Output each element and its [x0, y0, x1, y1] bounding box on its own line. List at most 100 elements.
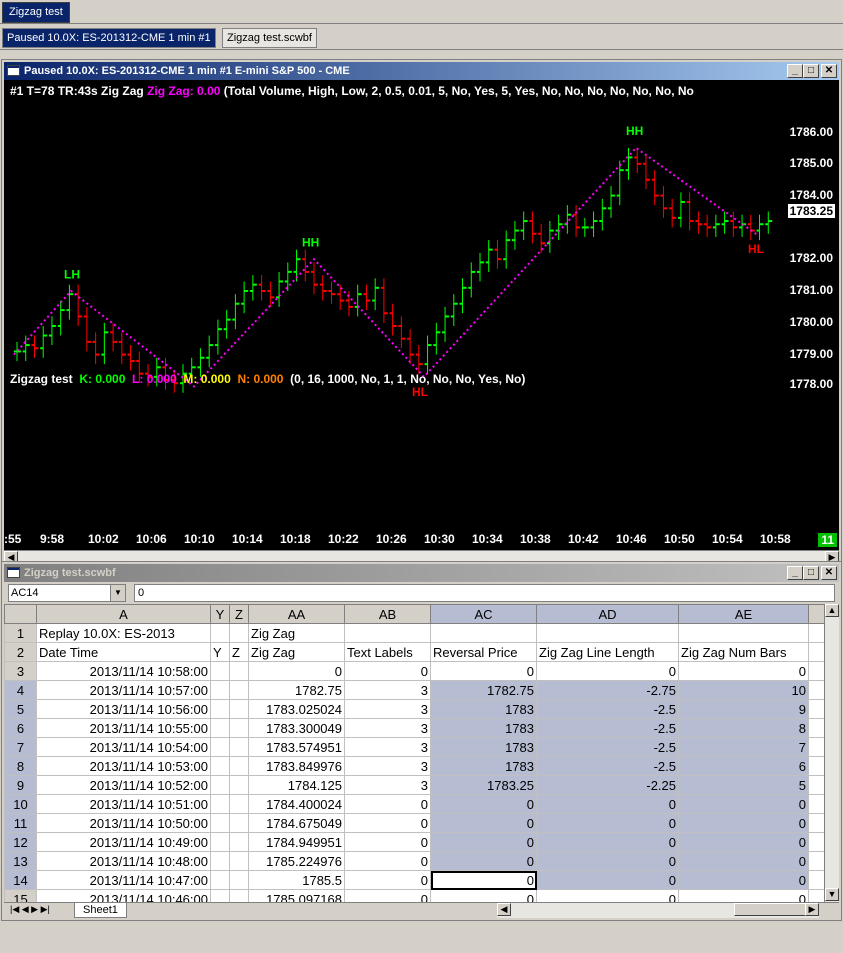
cell[interactable]: 1785.097168 — [248, 889, 345, 902]
row-header[interactable]: 11 — [4, 813, 37, 833]
cell[interactable] — [229, 832, 249, 852]
price-chart[interactable]: LH HH HL HH HL #1 T=78 TR:43s Zig Zag Zig Za… — [4, 80, 839, 550]
cell[interactable]: 2013/11/14 10:53:00 — [36, 756, 211, 776]
cell[interactable]: 0 — [678, 889, 809, 902]
cell[interactable] — [229, 756, 249, 776]
cell[interactable]: 1783 — [430, 756, 537, 776]
cell[interactable]: 1783.574951 — [248, 737, 345, 757]
cell[interactable]: 2013/11/14 10:46:00 — [36, 889, 211, 902]
cell[interactable]: 0 — [344, 832, 431, 852]
cell[interactable]: 1784.675049 — [248, 813, 345, 833]
cell[interactable]: 9 — [678, 699, 809, 719]
cell[interactable] — [210, 794, 230, 814]
cell[interactable]: 1785.5 — [248, 870, 345, 890]
cell[interactable]: 2013/11/14 10:52:00 — [36, 775, 211, 795]
column-header[interactable]: A — [36, 604, 211, 624]
row-header[interactable]: 6 — [4, 718, 37, 738]
scroll-left-arrow-icon[interactable]: ◀ — [497, 903, 511, 916]
cell[interactable]: 3 — [344, 756, 431, 776]
cell[interactable] — [229, 661, 249, 681]
cell[interactable]: 2013/11/14 10:49:00 — [36, 832, 211, 852]
cell[interactable] — [210, 718, 230, 738]
column-header[interactable]: AB — [344, 604, 431, 624]
cell[interactable]: 0 — [344, 794, 431, 814]
cell[interactable]: 0 — [536, 832, 679, 852]
cell[interactable]: 3 — [344, 699, 431, 719]
cell[interactable] — [210, 680, 230, 700]
workspace-tab[interactable]: Zigzag test — [2, 2, 70, 23]
cell[interactable]: 0 — [430, 870, 537, 890]
cell[interactable]: 6 — [678, 756, 809, 776]
minimize-button[interactable]: _ — [787, 64, 803, 78]
cell[interactable]: 0 — [536, 870, 679, 890]
cell[interactable]: Date Time — [36, 642, 211, 662]
cell[interactable]: Z — [229, 642, 249, 662]
sheet-tab[interactable]: Sheet1 — [74, 903, 127, 918]
cell[interactable]: 0 — [536, 794, 679, 814]
row-header[interactable]: 8 — [4, 756, 37, 776]
cell[interactable] — [229, 737, 249, 757]
cell[interactable]: 0 — [678, 851, 809, 871]
window-icon[interactable] — [7, 567, 20, 578]
cell[interactable] — [344, 623, 431, 643]
cell[interactable]: 2013/11/14 10:57:00 — [36, 680, 211, 700]
spreadsheet-doc-tab[interactable]: Zigzag test.scwbf — [222, 28, 317, 48]
cell[interactable] — [210, 889, 230, 902]
cell[interactable]: Zig Zag Num Bars — [678, 642, 809, 662]
sheet-nav-arrows-icon[interactable]: |◀ ◀ ▶ ▶| — [10, 904, 50, 915]
cell[interactable]: 0 — [430, 851, 537, 871]
row-header[interactable]: 9 — [4, 775, 37, 795]
row-header[interactable]: 13 — [4, 851, 37, 871]
cell[interactable] — [229, 794, 249, 814]
cell[interactable]: -2.5 — [536, 718, 679, 738]
cell[interactable] — [229, 813, 249, 833]
cell[interactable]: 0 — [430, 832, 537, 852]
row-header[interactable]: 10 — [4, 794, 37, 814]
cell[interactable] — [210, 737, 230, 757]
row-header[interactable]: 4 — [4, 680, 37, 700]
cell[interactable] — [229, 680, 249, 700]
scroll-right-arrow-icon[interactable]: ▶ — [805, 903, 819, 916]
cell[interactable] — [229, 699, 249, 719]
cell[interactable]: Zig Zag — [248, 623, 345, 643]
cell[interactable] — [210, 699, 230, 719]
cell[interactable] — [536, 623, 679, 643]
cell[interactable]: 0 — [344, 870, 431, 890]
cell-table[interactable]: A Y Z AA AB AC AD AE 1 Replay 10.0X: ES-2013 Zig Z… — [4, 604, 829, 902]
cell[interactable]: 2013/11/14 10:56:00 — [36, 699, 211, 719]
cell[interactable]: 1783.025024 — [248, 699, 345, 719]
row-header[interactable]: 1 — [4, 623, 37, 643]
cell[interactable]: 0 — [430, 889, 537, 902]
cell[interactable]: 0 — [536, 851, 679, 871]
cell[interactable] — [229, 889, 249, 902]
cell[interactable]: Replay 10.0X: ES-2013 — [36, 623, 211, 643]
spreadsheet-grid[interactable]: A Y Z AA AB AC AD AE 1 Replay 10.0X: ES-2013 Zig Z… — [4, 604, 839, 902]
cell[interactable]: 0 — [678, 832, 809, 852]
cell[interactable]: 0 — [536, 813, 679, 833]
cell[interactable]: Y — [210, 642, 230, 662]
cell[interactable] — [210, 661, 230, 681]
cell[interactable]: -2.75 — [536, 680, 679, 700]
cell[interactable]: 0 — [248, 661, 345, 681]
cell[interactable]: 0 — [678, 870, 809, 890]
cell[interactable]: 0 — [344, 661, 431, 681]
cell[interactable] — [229, 851, 249, 871]
formula-input[interactable]: 0 — [134, 584, 835, 602]
cell[interactable]: 0 — [430, 794, 537, 814]
cell[interactable]: -2.5 — [536, 756, 679, 776]
cell[interactable]: 1783 — [430, 718, 537, 738]
cell[interactable]: -2.5 — [536, 699, 679, 719]
row-header[interactable]: 7 — [4, 737, 37, 757]
column-header[interactable]: AC — [430, 604, 537, 624]
cell[interactable]: 0 — [344, 813, 431, 833]
cell[interactable]: Zig Zag Line Length — [536, 642, 679, 662]
cell[interactable]: 0 — [678, 661, 809, 681]
cell[interactable]: 1783.25 — [430, 775, 537, 795]
cell[interactable]: 1784.949951 — [248, 832, 345, 852]
chart-titlebar[interactable]: Paused 10.0X: ES-201312-CME 1 min #1 E-m… — [4, 62, 839, 80]
chart-doc-tab[interactable]: Paused 10.0X: ES-201312-CME 1 min #1 — [2, 28, 216, 48]
column-header[interactable]: Y — [210, 604, 230, 624]
row-header[interactable]: 15 — [4, 889, 37, 902]
row-header[interactable]: 14 — [4, 870, 37, 890]
cell[interactable]: 1784.125 — [248, 775, 345, 795]
